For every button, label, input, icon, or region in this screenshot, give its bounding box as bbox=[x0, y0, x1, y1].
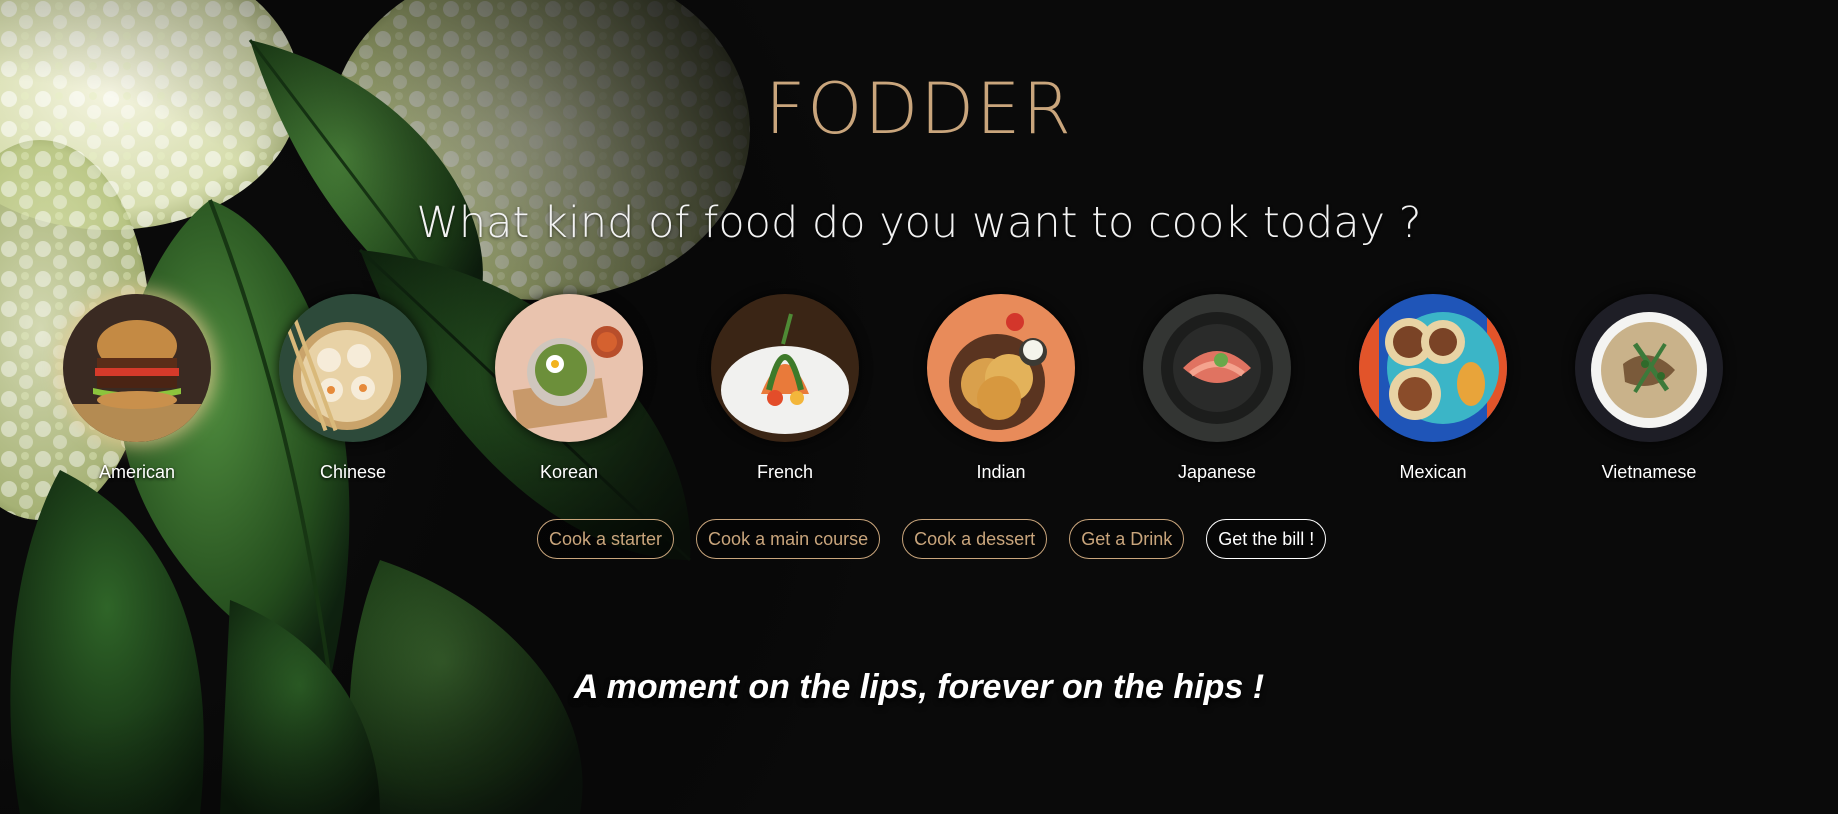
page: FODDER What kind of food do you want to … bbox=[0, 0, 1838, 814]
cuisine-label: Japanese bbox=[1177, 462, 1257, 482]
cuisine-mexican[interactable]: Mexican bbox=[1358, 294, 1508, 483]
cuisine-label: Korean bbox=[539, 462, 599, 482]
bibimbap-image bbox=[495, 294, 643, 442]
cuisine-vietnamese[interactable]: Vietnamese bbox=[1574, 294, 1724, 483]
tacos-image bbox=[1359, 294, 1507, 442]
cuisine-label: Indian bbox=[976, 462, 1026, 482]
cuisine-label: Mexican bbox=[1399, 462, 1467, 482]
burger-image bbox=[63, 294, 211, 442]
pho-image bbox=[1575, 294, 1723, 442]
cuisine-chinese[interactable]: Chinese bbox=[278, 294, 428, 483]
cuisine-japanese[interactable]: Japanese bbox=[1142, 294, 1292, 483]
cuisine-korean[interactable]: Korean bbox=[494, 294, 644, 483]
indian-flatbread-image bbox=[927, 294, 1075, 442]
get-bill-button[interactable]: Get the bill ! bbox=[1206, 519, 1327, 559]
cook-starter-button[interactable]: Cook a starter bbox=[537, 519, 675, 559]
cuisine-french[interactable]: French bbox=[710, 294, 860, 483]
page-subtitle: What kind of food do you want to cook to… bbox=[416, 198, 1422, 248]
sashimi-image bbox=[1143, 294, 1291, 442]
dumplings-image bbox=[279, 294, 427, 442]
cuisine-list: American Chinese Korean French Indian Ja… bbox=[0, 294, 1838, 494]
app-title: FODDER bbox=[764, 68, 1074, 150]
get-drink-button[interactable]: Get a Drink bbox=[1069, 519, 1185, 559]
cuisine-indian[interactable]: Indian bbox=[926, 294, 1076, 483]
cuisine-american[interactable]: American bbox=[62, 294, 212, 483]
cook-main-course-button[interactable]: Cook a main course bbox=[696, 519, 881, 559]
cuisine-label: American bbox=[98, 462, 176, 482]
cuisine-label: French bbox=[756, 462, 814, 482]
french-dish-image bbox=[711, 294, 859, 442]
course-actions: Cook a starter Cook a main course Cook a… bbox=[537, 519, 1327, 559]
cook-dessert-button[interactable]: Cook a dessert bbox=[902, 519, 1048, 559]
tagline: A moment on the lips, forever on the hip… bbox=[573, 668, 1265, 706]
cuisine-label: Chinese bbox=[319, 462, 387, 482]
cuisine-label: Vietnamese bbox=[1601, 462, 1697, 482]
